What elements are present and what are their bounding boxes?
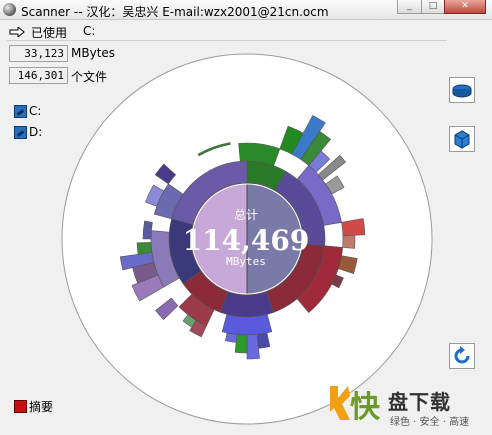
sunburst-segment[interactable] — [136, 242, 153, 255]
refresh-button[interactable] — [449, 343, 475, 369]
sunburst-segment[interactable] — [342, 234, 356, 249]
drive-icon — [452, 84, 472, 98]
sunburst-segment[interactable] — [142, 220, 153, 240]
sunburst-chart[interactable]: 总计 114,469 MBytes — [0, 0, 492, 435]
logo-mark — [330, 386, 350, 420]
cube-view-button[interactable] — [449, 126, 475, 152]
logo-subtitle: 绿色 · 安全 · 高速 — [390, 417, 470, 428]
summary-item[interactable]: 摘要 — [14, 398, 53, 415]
refresh-icon — [454, 346, 470, 364]
logo-title: 盘下载 — [388, 390, 451, 414]
cube-icon — [454, 130, 470, 149]
drive-icon — [14, 125, 27, 139]
drive-view-button[interactable] — [449, 77, 475, 103]
drive-item-c[interactable]: C: — [14, 104, 41, 118]
drive-icon — [14, 104, 27, 118]
sunburst-segment[interactable] — [225, 332, 238, 343]
logo-char: 快 — [350, 390, 381, 425]
watermark-logo: 快 盘下载 绿色 · 安全 · 高速 — [328, 380, 488, 430]
center-value: 114,469 — [183, 224, 310, 257]
drive-label-c: C: — [29, 104, 42, 118]
drive-item-d[interactable]: D: — [14, 125, 42, 139]
drive-label-d: D: — [29, 125, 43, 139]
sunburst-segment[interactable] — [221, 313, 273, 336]
summary-icon — [14, 400, 27, 413]
center-unit: MBytes — [226, 255, 266, 268]
sunburst-segment[interactable] — [246, 334, 260, 360]
center-label: 总计 — [234, 208, 258, 222]
summary-label: 摘要 — [29, 400, 54, 414]
